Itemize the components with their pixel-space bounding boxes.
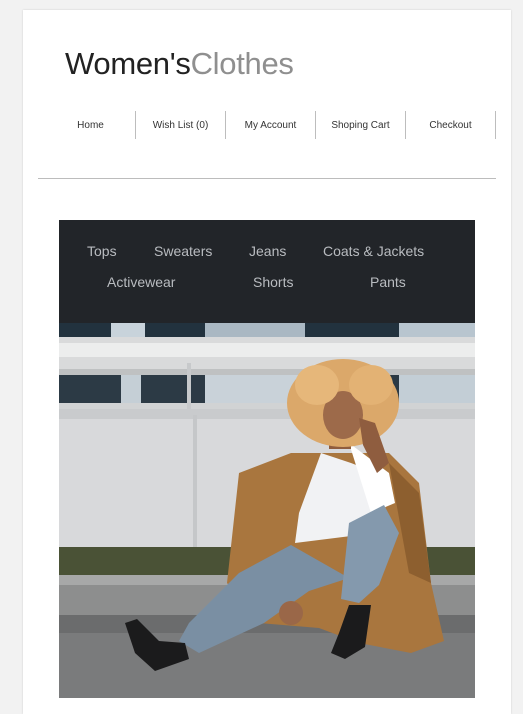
category-jeans[interactable]: Jeans (249, 243, 286, 259)
header-divider (38, 178, 496, 179)
category-sweaters[interactable]: Sweaters (154, 243, 212, 259)
category-shorts[interactable]: Shorts (253, 274, 293, 290)
logo-text-womens: Women's (65, 46, 191, 81)
category-tops[interactable]: Tops (87, 243, 117, 259)
hero-photo-woman-sitting (59, 323, 475, 698)
nav-home[interactable]: Home (46, 111, 136, 139)
nav-wish-list[interactable]: Wish List (0) (136, 111, 226, 139)
nav-checkout[interactable]: Checkout (406, 111, 496, 139)
page-container: Women'sClothes Home Wish List (0) My Acc… (23, 10, 511, 714)
category-coats-jackets[interactable]: Coats & Jackets (323, 243, 424, 259)
logo-text-clothes: Clothes (190, 46, 294, 81)
nav-shopping-cart[interactable]: Shoping Cart (316, 111, 406, 139)
top-navigation: Home Wish List (0) My Account Shoping Ca… (46, 111, 496, 139)
category-pants[interactable]: Pants (370, 274, 406, 290)
site-logo[interactable]: Women'sClothes (65, 48, 294, 79)
category-activewear[interactable]: Activewear (107, 274, 175, 290)
hero-image[interactable] (59, 323, 475, 698)
category-menu: Tops Sweaters Jeans Coats & Jackets Acti… (59, 220, 475, 323)
nav-my-account[interactable]: My Account (226, 111, 316, 139)
